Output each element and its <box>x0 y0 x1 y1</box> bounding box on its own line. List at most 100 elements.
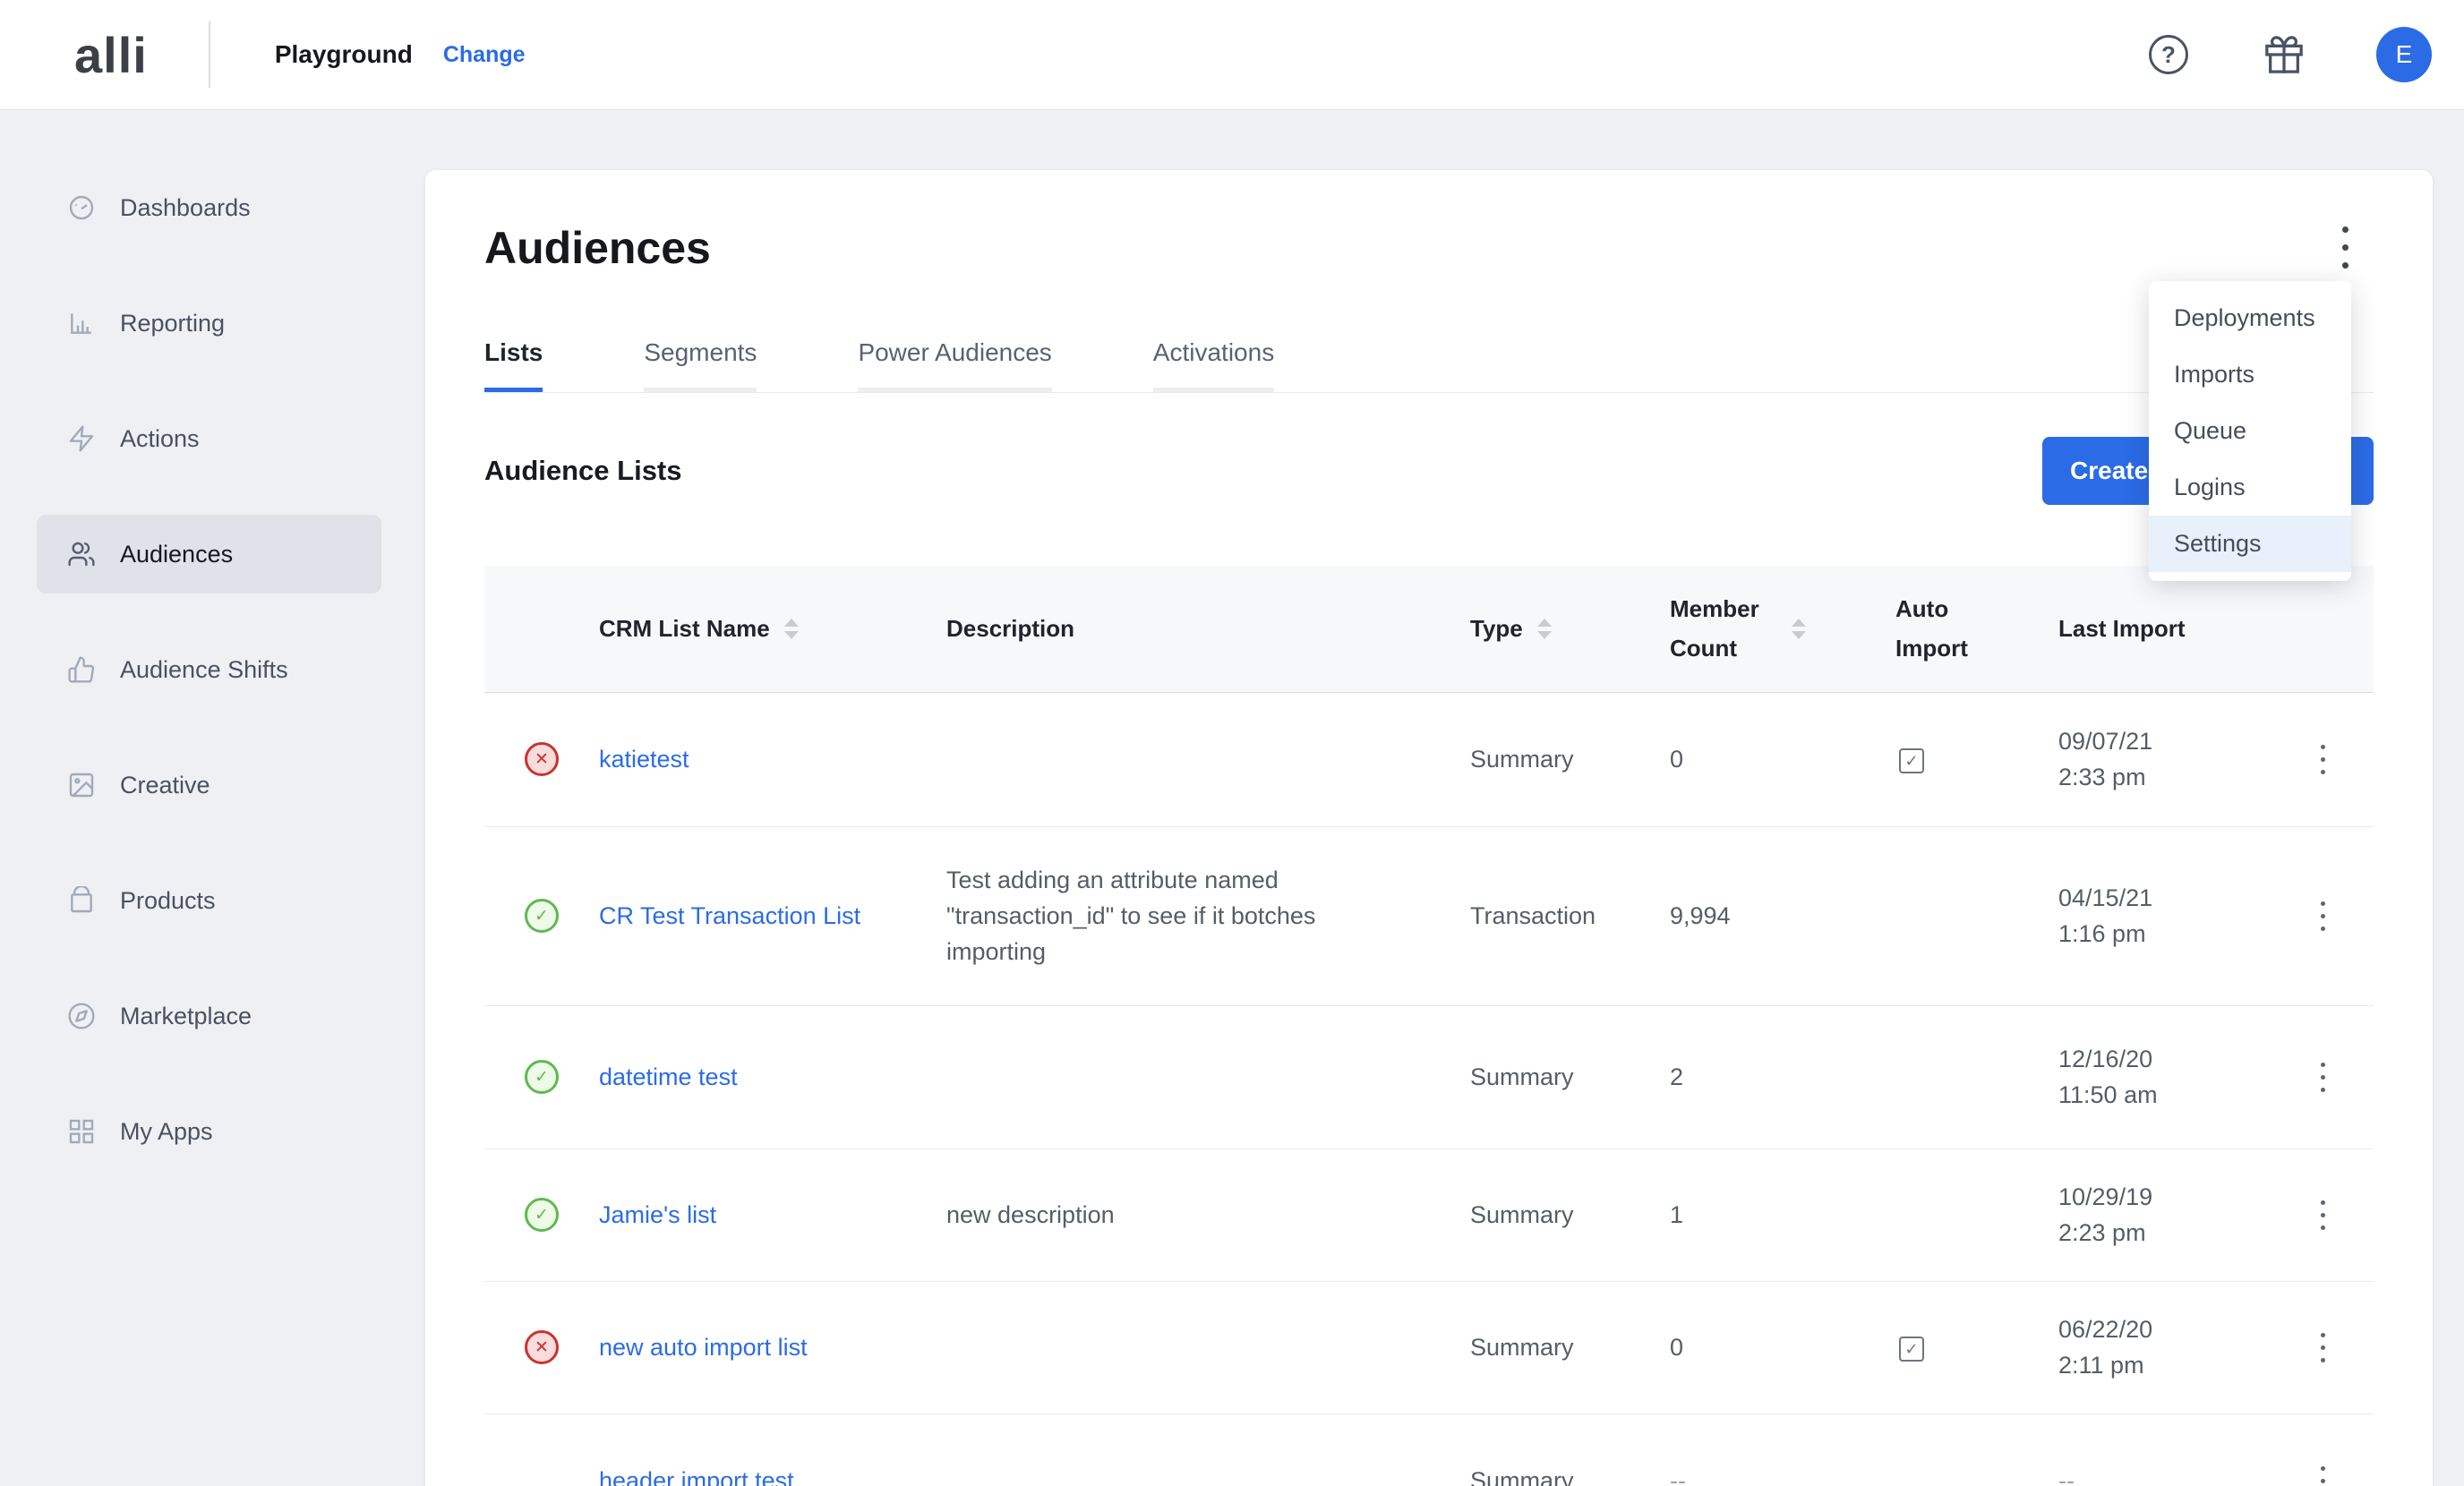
row-actions-kebab-icon[interactable] <box>2314 1459 2332 1486</box>
table-header-row: CRM List Name Description Type Member Co… <box>484 566 2374 692</box>
sidebar-item-label: Reporting <box>120 310 225 337</box>
row-actions-kebab-icon[interactable] <box>2314 1055 2332 1099</box>
auto-import-column-header: Auto Import <box>1895 566 2058 692</box>
last-import: 09/07/21 2:33 pm <box>2058 692 2272 826</box>
list-name-link[interactable]: datetime test <box>599 1059 738 1095</box>
list-name-link[interactable]: Jamie's list <box>599 1197 716 1233</box>
import-error-icon: ✕ <box>525 1330 559 1364</box>
sidebar-item-reporting[interactable]: Reporting <box>37 284 381 363</box>
audience-lists-table: CRM List Name Description Type Member Co… <box>484 566 2374 1486</box>
bar-chart-icon <box>67 309 96 337</box>
tab-activations[interactable]: Activations <box>1153 322 1274 392</box>
table-row: ✓ CR Test Transaction List Test adding a… <box>484 826 2374 1005</box>
image-icon <box>67 771 96 799</box>
member-count-column-header[interactable]: Member Count <box>1670 566 1895 692</box>
sidebar: Dashboards Reporting Actions Audiences A… <box>0 110 425 1486</box>
sort-icon <box>1792 619 1806 639</box>
row-actions-kebab-icon[interactable] <box>2314 894 2332 938</box>
member-count: 1 <box>1670 1149 1895 1281</box>
member-count: 9,994 <box>1670 826 1895 1005</box>
shopping-bag-icon <box>67 886 96 915</box>
sidebar-item-audiences[interactable]: Audiences <box>37 515 381 594</box>
row-actions-column-header <box>2272 566 2374 692</box>
compass-icon <box>67 1002 96 1030</box>
table-row: ✕ katietest Summary 0 ✓ 09/07/21 2:33 pm <box>484 692 2374 826</box>
menu-item-imports[interactable]: Imports <box>2149 346 2351 403</box>
page-title: Audiences <box>484 220 2374 276</box>
import-success-icon: ✓ <box>525 899 559 933</box>
grid-icon <box>67 1117 96 1146</box>
sidebar-item-creative[interactable]: Creative <box>37 746 381 824</box>
last-import: -- <box>2058 1413 2272 1486</box>
gift-icon[interactable] <box>2263 34 2305 75</box>
list-type: Summary <box>1470 1413 1670 1486</box>
sidebar-item-label: Actions <box>120 425 200 453</box>
top-bar: alli Playground Change ? E <box>0 0 2464 110</box>
auto-import-checkbox[interactable]: ✓ <box>1899 748 1924 773</box>
last-import: 04/15/21 1:16 pm <box>2058 826 2272 1005</box>
sidebar-item-dashboards[interactable]: Dashboards <box>37 168 381 247</box>
menu-item-settings[interactable]: Settings <box>2149 516 2351 572</box>
import-error-icon: ✕ <box>525 742 559 776</box>
sidebar-item-label: Audiences <box>120 541 233 568</box>
type-column-header[interactable]: Type <box>1470 566 1670 692</box>
sidebar-item-label: Creative <box>120 772 210 799</box>
list-name-link[interactable]: katietest <box>599 741 689 777</box>
auto-import-checkbox[interactable]: ✓ <box>1899 1337 1924 1362</box>
thumbs-up-icon <box>67 655 96 684</box>
topbar-actions: ? E <box>2149 27 2432 82</box>
audiences-panel: Audiences Lists Segments Power Audiences… <box>425 170 2433 1486</box>
description-column-header: Description <box>946 566 1470 692</box>
help-icon[interactable]: ? <box>2149 35 2188 74</box>
menu-item-queue[interactable]: Queue <box>2149 403 2351 459</box>
tab-power-audiences[interactable]: Power Audiences <box>858 322 1051 392</box>
table-row: ✓ datetime test Summary 2 12/16/20 11:50… <box>484 1005 2374 1149</box>
sidebar-item-label: Dashboards <box>120 194 251 222</box>
member-count: 0 <box>1670 1281 1895 1413</box>
list-name-link[interactable]: CR Test Transaction List <box>599 898 860 934</box>
list-type: Summary <box>1470 1005 1670 1149</box>
list-type: Summary <box>1470 1149 1670 1281</box>
sidebar-item-label: Audience Shifts <box>120 656 288 684</box>
sidebar-item-my-apps[interactable]: My Apps <box>37 1092 381 1171</box>
list-description: new description <box>946 1197 1115 1233</box>
last-import: 06/22/20 2:11 pm <box>2058 1281 2272 1413</box>
sidebar-item-marketplace[interactable]: Marketplace <box>37 977 381 1055</box>
menu-item-logins[interactable]: Logins <box>2149 459 2351 516</box>
member-count: 2 <box>1670 1005 1895 1149</box>
tab-bar: Lists Segments Power Audiences Activatio… <box>484 322 2374 393</box>
actions-dropdown-menu: Deployments Imports Queue Logins Setting… <box>2149 281 2351 581</box>
list-name-link[interactable]: header import test <box>599 1463 794 1486</box>
page-actions-kebab-icon[interactable] <box>2323 224 2366 270</box>
change-workspace-link[interactable]: Change <box>443 42 526 68</box>
user-avatar[interactable]: E <box>2376 27 2432 82</box>
workspace-name: Playground <box>275 40 413 69</box>
table-row: header import test Summary -- -- <box>484 1413 2374 1486</box>
list-type: Summary <box>1470 1281 1670 1413</box>
section-title: Audience Lists <box>484 455 682 487</box>
list-name-link[interactable]: new auto import list <box>599 1329 808 1365</box>
import-success-icon: ✓ <box>525 1060 559 1094</box>
row-actions-kebab-icon[interactable] <box>2314 738 2332 781</box>
row-actions-kebab-icon[interactable] <box>2314 1326 2332 1370</box>
list-type: Transaction <box>1470 826 1670 1005</box>
list-type: Summary <box>1470 692 1670 826</box>
app-logo[interactable]: alli <box>74 26 148 84</box>
member-count: 0 <box>1670 692 1895 826</box>
sort-icon <box>1537 619 1552 639</box>
last-import: 10/29/19 2:23 pm <box>2058 1149 2272 1281</box>
list-description: Test adding an attribute named "transact… <box>946 862 1367 969</box>
tab-segments[interactable]: Segments <box>644 322 757 392</box>
last-import-column-header: Last Import <box>2058 566 2272 692</box>
row-actions-kebab-icon[interactable] <box>2314 1193 2332 1237</box>
users-icon <box>67 540 96 568</box>
gauge-icon <box>67 193 96 222</box>
table-row: ✓ Jamie's list new description Summary 1… <box>484 1149 2374 1281</box>
table-row: ✕ new auto import list Summary 0 ✓ 06/22… <box>484 1281 2374 1413</box>
crm-list-name-column-header[interactable]: CRM List Name <box>599 566 946 692</box>
sidebar-item-products[interactable]: Products <box>37 861 381 940</box>
sidebar-item-actions[interactable]: Actions <box>37 399 381 478</box>
menu-item-deployments[interactable]: Deployments <box>2149 290 2351 346</box>
tab-lists[interactable]: Lists <box>484 322 543 392</box>
sidebar-item-audience-shifts[interactable]: Audience Shifts <box>37 630 381 709</box>
